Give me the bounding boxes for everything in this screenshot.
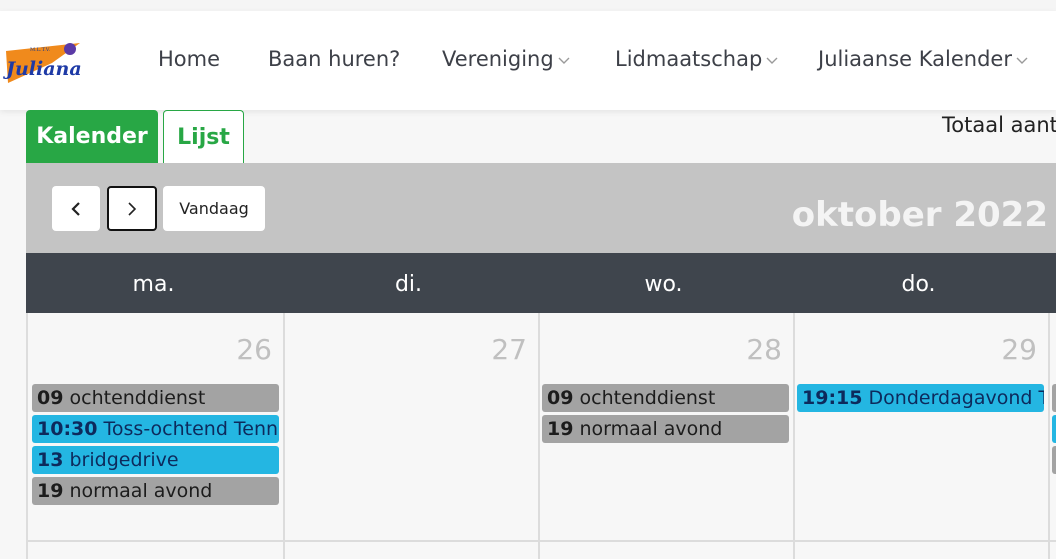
day-number-28[interactable]: 28 bbox=[722, 333, 782, 366]
nav-home[interactable]: Home bbox=[158, 47, 220, 71]
column-divider bbox=[283, 313, 285, 559]
day-header-do: do. bbox=[901, 272, 936, 297]
calendar-event[interactable]: 19:15 Donderdagavond Te bbox=[797, 384, 1044, 412]
event-title: ochtenddienst bbox=[579, 387, 716, 409]
nav-juliaanse-kalender[interactable]: Juliaanse Kalender bbox=[818, 47, 1029, 71]
nav-home-label: Home bbox=[158, 47, 221, 71]
event-title: normaal avond bbox=[69, 480, 213, 502]
day-header-wo: wo. bbox=[644, 272, 683, 297]
event-title: Toss-ochtend Tennis bbox=[103, 418, 279, 440]
event-title: bridgedrive bbox=[69, 449, 179, 471]
chevron-left-icon bbox=[71, 201, 80, 216]
svg-text:Juliana: Juliana bbox=[3, 58, 82, 80]
tab-kalender[interactable]: Kalender bbox=[26, 110, 158, 163]
row-divider bbox=[28, 540, 1056, 542]
calendar-event[interactable]: 13 bridgedrive bbox=[32, 446, 279, 474]
event-time: 19 bbox=[547, 418, 574, 440]
calendar-toolbar: Vandaag oktober 2022 bbox=[26, 163, 1056, 253]
event-time: 13 bbox=[37, 449, 64, 471]
tab-lijst[interactable]: Lijst bbox=[163, 110, 244, 163]
calendar-event[interactable]: 09 ochtenddienst bbox=[32, 384, 279, 412]
calendar-grid: 26 09 ochtenddienst 10:30 Toss-ochtend T… bbox=[26, 313, 1056, 559]
nav-vereniging-label: Vereniging bbox=[442, 47, 554, 71]
day-header-row: ma. di. wo. do. bbox=[26, 253, 1056, 313]
calendar-event[interactable]: 19 normaal avond bbox=[542, 415, 789, 443]
calendar-event-partial[interactable] bbox=[1052, 415, 1056, 443]
totaal-text: Totaal aant bbox=[942, 113, 1056, 137]
chevron-down-icon bbox=[558, 57, 570, 64]
nav-lidmaatschap-label: Lidmaatschap bbox=[615, 47, 763, 71]
calendar-event-partial[interactable] bbox=[1052, 384, 1056, 412]
event-time: 10:30 bbox=[37, 418, 98, 440]
day-number-26[interactable]: 26 bbox=[212, 333, 272, 366]
day-header-di: di. bbox=[394, 272, 423, 297]
nav-vereniging[interactable]: Vereniging bbox=[442, 47, 571, 71]
nav-lidmaatschap[interactable]: Lidmaatschap bbox=[615, 47, 779, 71]
event-time: 19:15 bbox=[802, 387, 863, 409]
day-number-27[interactable]: 27 bbox=[467, 333, 527, 366]
navbar: M.L.T.V. Juliana Home Baan huren? Vereni… bbox=[0, 11, 1056, 110]
calendar-event[interactable]: 09 ochtenddienst bbox=[542, 384, 789, 412]
nav-juliaanse-kalender-label: Juliaanse Kalender bbox=[818, 47, 1012, 71]
today-button[interactable]: Vandaag bbox=[163, 186, 265, 231]
chevron-down-icon bbox=[1016, 57, 1028, 64]
chevron-right-icon bbox=[128, 201, 137, 216]
juliana-logo[interactable]: M.L.T.V. Juliana bbox=[0, 23, 86, 95]
event-title: Donderdagavond Te bbox=[868, 387, 1044, 409]
nav-baan-huren[interactable]: Baan huren? bbox=[268, 47, 400, 71]
prev-button[interactable] bbox=[52, 186, 100, 231]
calendar-title: oktober 2022 bbox=[791, 195, 1048, 235]
event-title: normaal avond bbox=[579, 418, 723, 440]
next-button[interactable] bbox=[107, 186, 157, 231]
column-divider bbox=[1048, 313, 1050, 559]
calendar-event[interactable]: 19 normaal avond bbox=[32, 477, 279, 505]
top-strip bbox=[0, 0, 1056, 11]
event-time: 09 bbox=[37, 387, 64, 409]
day-header-ma: ma. bbox=[132, 272, 175, 297]
nav-baan-huren-label: Baan huren? bbox=[268, 47, 401, 71]
day-number-29[interactable]: 29 bbox=[977, 333, 1037, 366]
chevron-down-icon bbox=[766, 57, 778, 64]
event-title: ochtenddienst bbox=[69, 387, 206, 409]
event-time: 19 bbox=[37, 480, 64, 502]
event-time: 09 bbox=[547, 387, 574, 409]
svg-text:M.L.T.V.: M.L.T.V. bbox=[30, 47, 51, 53]
column-divider bbox=[793, 313, 795, 559]
calendar-event[interactable]: 10:30 Toss-ochtend Tennis bbox=[32, 415, 279, 443]
column-divider bbox=[538, 313, 540, 559]
calendar-event-partial[interactable] bbox=[1052, 446, 1056, 474]
